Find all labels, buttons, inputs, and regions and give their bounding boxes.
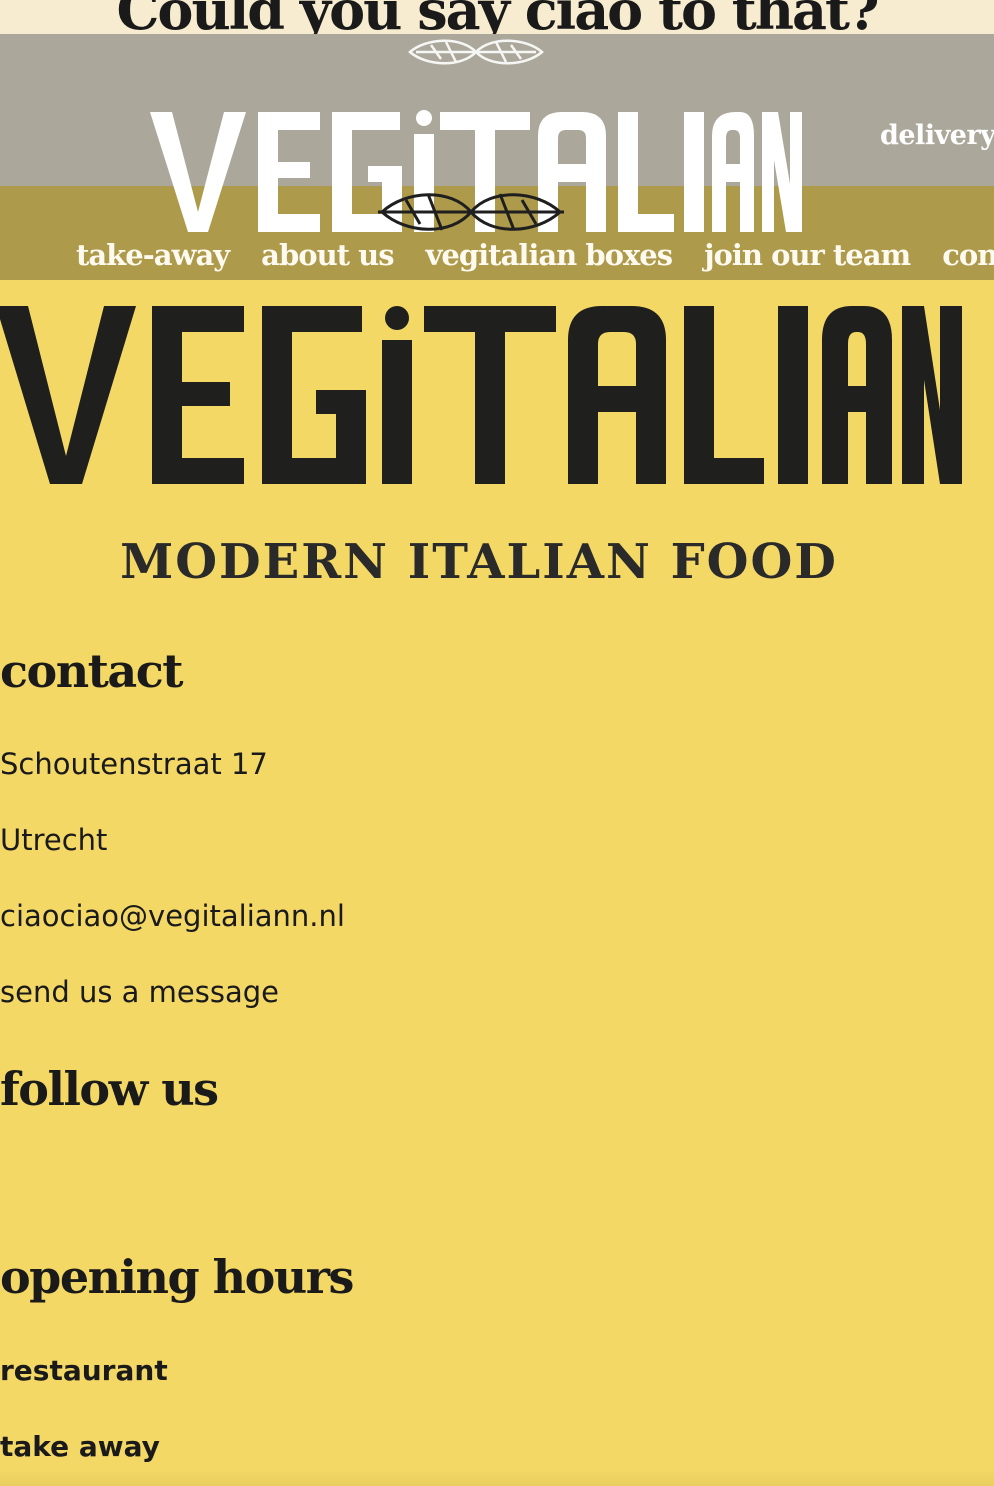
takeaway-hours-label: take away: [0, 1430, 160, 1463]
nav-item-about-us[interactable]: about us: [261, 238, 394, 272]
restaurant-hours-label: restaurant: [0, 1354, 168, 1387]
email-link[interactable]: ciaociao@vegitaliann.nl: [0, 899, 345, 933]
nav-item-vegitalian-boxes[interactable]: vegitalian boxes: [426, 238, 673, 272]
top-banner: Could you say ciao to that?: [0, 0, 994, 34]
opening-hours-heading: opening hours: [0, 1250, 354, 1304]
leaf-ornament-icon: [406, 34, 546, 70]
bottom-edge: [0, 1470, 994, 1486]
send-message-link[interactable]: send us a message: [0, 975, 279, 1009]
site-header: delivery take-away about us vegitalian b…: [0, 34, 994, 280]
follow-us-heading: follow us: [0, 1062, 219, 1116]
contact-heading: contact: [0, 644, 183, 698]
nav-item-contact[interactable]: contact: [942, 238, 994, 272]
logo-subtitle: MODERN ITALIAN FOOD: [120, 534, 838, 590]
leaf-ornament-icon: [376, 184, 566, 240]
nav-delivery-link[interactable]: delivery: [880, 120, 994, 151]
nav-item-join-our-team[interactable]: join our team: [704, 238, 911, 272]
address-street: Schoutenstraat 17: [0, 747, 268, 781]
main-nav: take-away about us vegitalian boxes join…: [76, 238, 994, 272]
tagline: Could you say ciao to that?: [116, 0, 879, 34]
vegitalian-logo: [0, 300, 964, 486]
address-city: Utrecht: [0, 823, 108, 857]
nav-item-take-away[interactable]: take-away: [76, 238, 230, 272]
